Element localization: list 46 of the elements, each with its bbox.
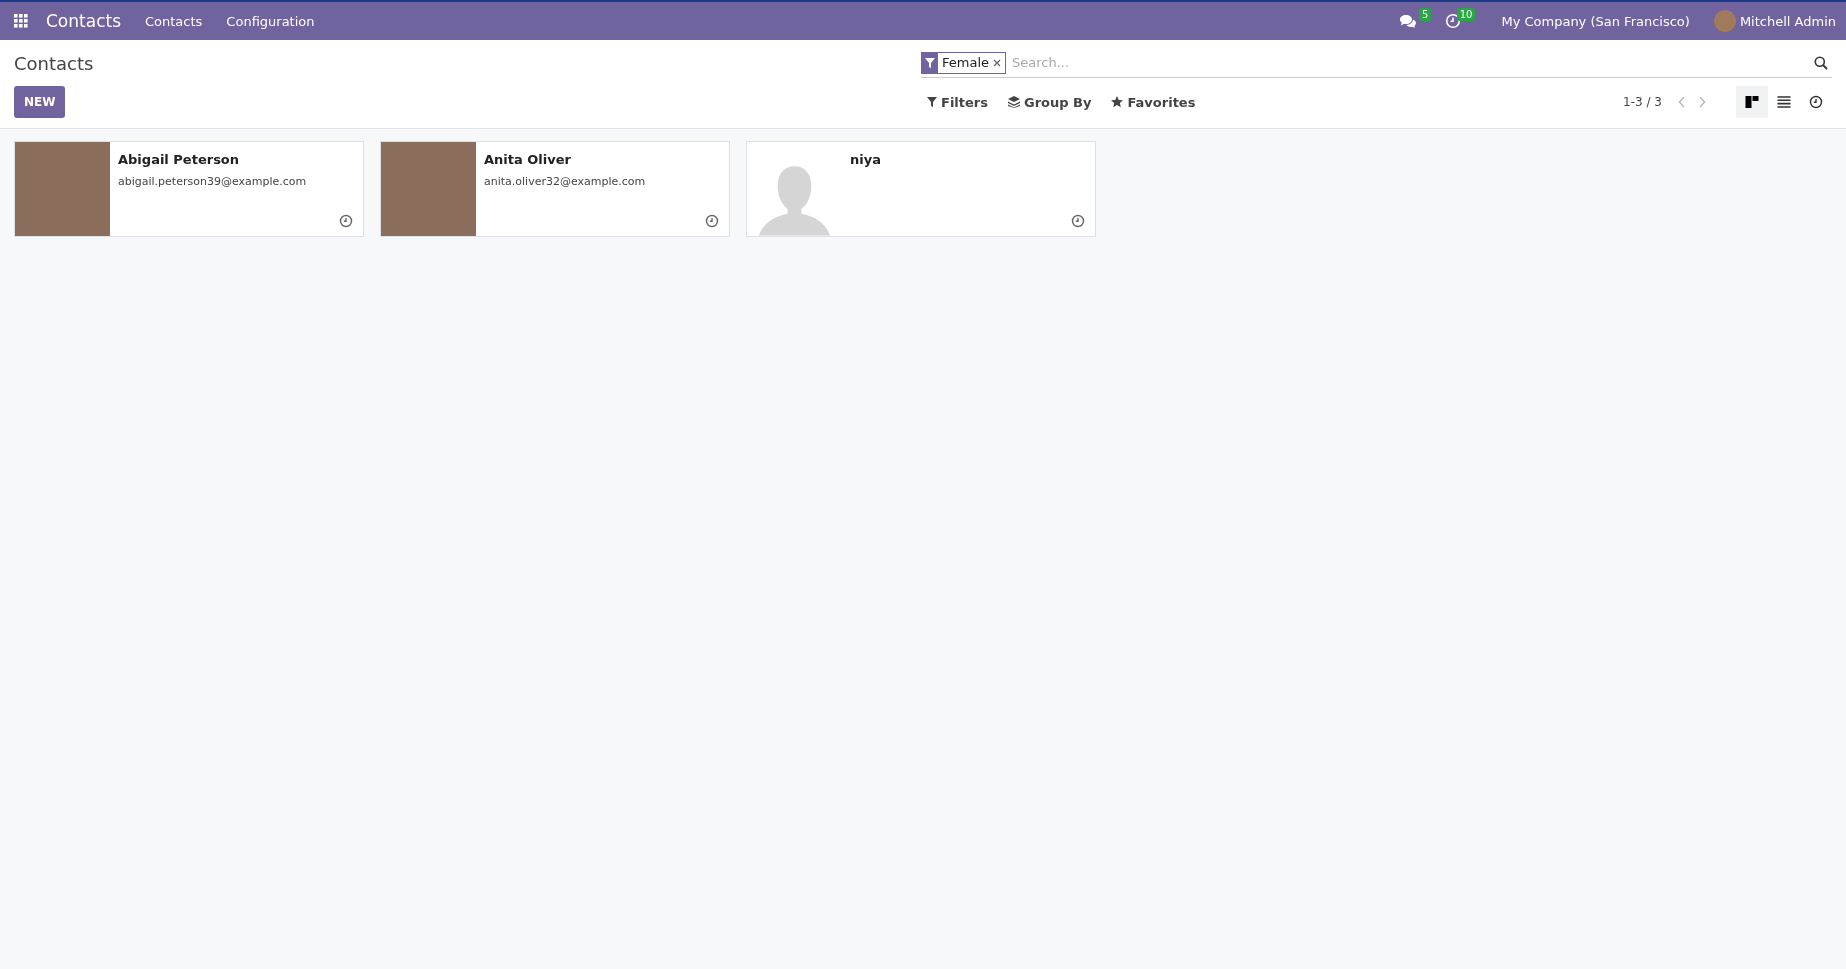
- list-icon: [1777, 95, 1791, 109]
- chat-icon: [1399, 13, 1418, 29]
- contact-name: niya: [850, 152, 881, 167]
- contact-name: Abigail Peterson: [118, 152, 241, 167]
- contact-card[interactable]: Anita Oliver anita.oliver32@example.com: [380, 141, 730, 237]
- message-count-badge: 5: [1419, 8, 1432, 21]
- clock-icon: [705, 214, 719, 228]
- chevron-left-icon: [1678, 96, 1686, 108]
- funnel-icon: [925, 57, 935, 68]
- star-icon: [1111, 96, 1124, 108]
- user-menu[interactable]: Mitchell Admin: [1701, 10, 1846, 32]
- activities-button[interactable]: 10: [1431, 2, 1476, 40]
- menu-item[interactable]: Configuration: [214, 13, 327, 29]
- close-icon: [993, 58, 1001, 67]
- grid-icon: [14, 14, 28, 28]
- facet-label: Female: [941, 55, 990, 70]
- breadcrumb-title: Contacts: [14, 52, 95, 74]
- filters-button[interactable]: Filters: [921, 90, 994, 114]
- funnel-icon: [927, 97, 937, 107]
- clock-icon: [1071, 214, 1085, 228]
- activity-button[interactable]: [1071, 214, 1085, 228]
- chevron-right-icon: [1698, 96, 1706, 108]
- activity-count-badge: 10: [1456, 8, 1476, 21]
- favorites-button[interactable]: Favorites: [1105, 90, 1202, 114]
- contact-email: anita.oliver32@example.com: [484, 175, 646, 188]
- contact-name: Anita Oliver: [484, 152, 572, 167]
- clock-icon: [339, 214, 353, 228]
- group-by-button[interactable]: Group By: [1002, 90, 1098, 114]
- contact-email: abigail.peterson39@example.com: [118, 175, 307, 188]
- activity-button[interactable]: [339, 214, 353, 228]
- menu-item[interactable]: Contacts: [133, 13, 215, 29]
- clock-icon: [1445, 13, 1462, 29]
- pager-value: 1-3 / 3: [1623, 95, 1662, 109]
- company-switcher[interactable]: My Company (San Francisco): [1489, 13, 1702, 29]
- contact-card[interactable]: niya: [746, 141, 1096, 237]
- search-icon: [1814, 55, 1828, 70]
- messages-button[interactable]: 5: [1385, 2, 1432, 40]
- app-name[interactable]: Contacts: [42, 11, 133, 31]
- kanban-view-button[interactable]: [1736, 86, 1768, 118]
- user-avatar: [1713, 10, 1736, 32]
- new-button[interactable]: NEW: [14, 86, 66, 118]
- kanban-icon: [1745, 95, 1759, 109]
- clock-icon: [1809, 95, 1823, 109]
- contact-card[interactable]: Abigail Peterson abigail.peterson39@example.com: [14, 141, 364, 237]
- layers-icon: [1008, 96, 1020, 108]
- activity-button[interactable]: [705, 214, 719, 228]
